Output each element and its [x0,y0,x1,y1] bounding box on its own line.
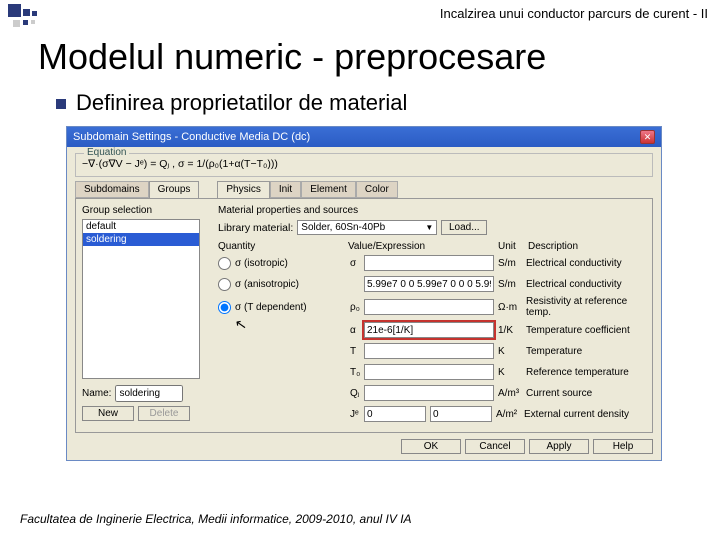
property-row: σ (anisotropic)S/mElectrical conductivit… [218,275,646,293]
equation-box: Equation −∇·(σ∇V − Jᵉ) = Qⱼ , σ = 1/(ρ₀(… [75,153,653,177]
description-label: External current density [522,409,646,420]
description-label: Reference temperature [524,367,646,378]
close-icon[interactable]: ✕ [640,130,655,144]
load-button[interactable]: Load... [441,220,487,235]
delete-button[interactable]: Delete [138,406,190,421]
library-label: Library material: [218,222,293,234]
conductivity-radio[interactable] [218,301,231,314]
slide-header: Incalzirea unui conductor parcurs de cur… [0,0,720,28]
equation-legend: Equation [84,147,129,158]
tab-bar: Subdomains Groups Physics Init Element C… [75,181,653,198]
library-material-select[interactable]: Solder, 60Sn-40Pb▼ [297,220,437,235]
symbol-label: Jᵉ [348,409,364,420]
value-input[interactable] [364,299,494,315]
subdomain-settings-dialog: Subdomain Settings - Conductive Media DC… [66,126,662,461]
property-row: Qⱼ A/m³Current source [218,384,646,402]
property-row: σ (isotropic)σS/mElectrical conductivity [218,254,646,272]
value-input[interactable] [364,322,494,338]
equation-text: −∇·(σ∇V − Jᵉ) = Qⱼ , σ = 1/(ρ₀(1+α(T−T₀)… [82,158,278,170]
chevron-down-icon: ▼ [425,223,433,232]
tab-init[interactable]: Init [270,181,301,198]
value-input[interactable] [364,406,426,422]
group-selection-label: Group selection [82,205,212,216]
value-input[interactable] [364,255,494,271]
symbol-label: ρ₀ [348,302,364,313]
tab-groups[interactable]: Groups [149,181,200,198]
unit-label: 1/K [494,325,524,336]
tab-content: Group selection default soldering Name: … [75,198,653,433]
group-panel: Group selection default soldering Name: … [82,205,212,426]
value-input[interactable] [364,364,494,380]
conductivity-radio[interactable] [218,257,231,270]
new-button[interactable]: New [82,406,134,421]
dialog-footer: OK Cancel Apply Help [67,433,661,460]
tab-physics[interactable]: Physics [217,181,269,198]
tab-color[interactable]: Color [356,181,398,198]
description-label: Electrical conductivity [524,258,646,269]
value-input[interactable] [430,406,492,422]
property-row: σ (T dependent)ρ₀Ω·mResistivity at refer… [218,296,646,318]
unit-label: K [494,346,524,357]
description-label: Temperature [524,346,646,357]
unit-label: K [494,367,524,378]
conductivity-radio[interactable] [218,278,231,291]
dialog-title: Subdomain Settings - Conductive Media DC… [73,131,310,143]
property-row: Jᵉ A/m²External current density [218,405,646,423]
list-item[interactable]: soldering [83,233,199,246]
symbol-label: T₀ [348,367,364,378]
tab-element[interactable]: Element [301,181,356,198]
group-listbox[interactable]: default soldering [82,219,200,379]
value-input[interactable] [364,343,494,359]
ok-button[interactable]: OK [401,439,461,454]
logo [8,4,44,34]
unit-label: Ω·m [494,302,524,313]
property-row: T₀ KReference temperature [218,363,646,381]
property-row: T KTemperature [218,342,646,360]
name-label: Name: [82,388,111,399]
page-title: Modelul numeric - preprocesare [0,28,720,88]
help-button[interactable]: Help [593,439,653,454]
tab-subdomains[interactable]: Subdomains [75,181,149,198]
properties-panel: Material properties and sources Library … [212,205,646,426]
unit-label: A/m² [492,409,522,420]
unit-label: S/m [494,279,524,290]
symbol-label: T [348,346,364,357]
apply-button[interactable]: Apply [529,439,589,454]
description-label: Resistivity at reference temp. [524,296,646,318]
page-footnote: Facultatea de Inginerie Electrica, Medii… [20,512,412,526]
cancel-button[interactable]: Cancel [465,439,525,454]
unit-label: A/m³ [494,388,524,399]
properties-header: Material properties and sources [218,205,646,216]
symbol-label: Qⱼ [348,388,364,399]
description-label: Temperature coefficient [524,325,646,336]
name-input[interactable] [115,385,183,402]
description-label: Current source [524,388,646,399]
symbol-label: σ [348,258,364,269]
value-input[interactable] [364,385,494,401]
symbol-label: α [348,325,364,336]
column-headers: Quantity Value/Expression Unit Descripti… [218,241,646,252]
dialog-titlebar: Subdomain Settings - Conductive Media DC… [67,127,661,147]
description-label: Electrical conductivity [524,279,646,290]
property-row: α 1/KTemperature coefficient [218,321,646,339]
page-subtitle: Definirea proprietatilor de material [0,88,720,122]
bullet-icon [56,99,66,109]
value-input[interactable] [364,276,494,292]
list-item[interactable]: default [83,220,199,233]
unit-label: S/m [494,258,524,269]
